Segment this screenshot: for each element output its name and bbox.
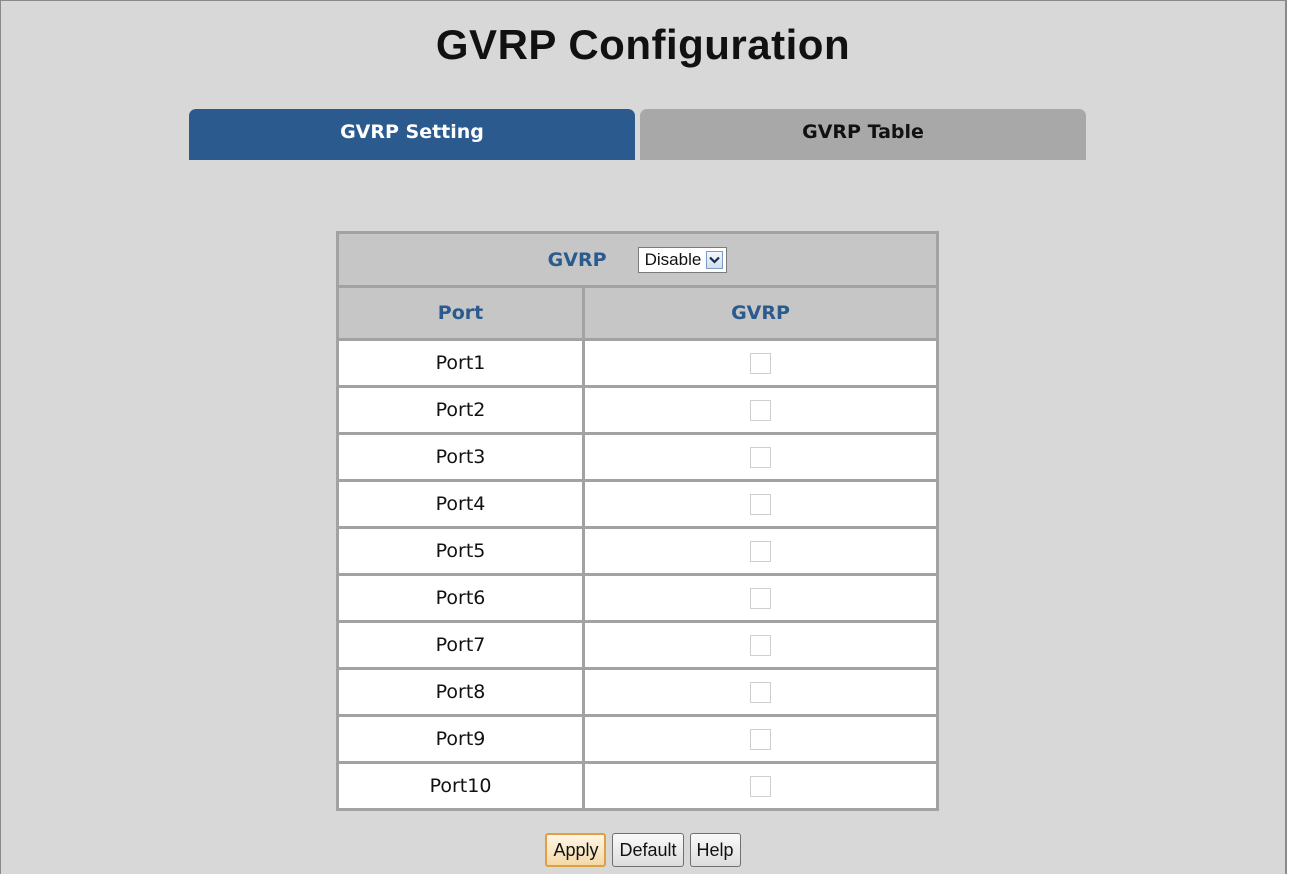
help-button[interactable]: Help	[689, 833, 741, 867]
table-row: Port3	[336, 432, 939, 482]
default-button[interactable]: Default	[612, 833, 684, 867]
port-name-cell: Port4	[336, 479, 585, 529]
port-name-cell: Port1	[336, 338, 585, 388]
main-frame: GVRP Configuration GVRP Setting GVRP Tab…	[0, 0, 1287, 874]
port-name-cell: Port5	[336, 526, 585, 576]
port-gvrp-cell	[582, 667, 939, 717]
table-row: Port8	[336, 667, 939, 717]
port-name-cell: Port2	[336, 385, 585, 435]
action-buttons: Apply Default Help	[1, 833, 1285, 867]
port-gvrp-cell	[582, 526, 939, 576]
gvrp-global-label: GVRP	[547, 248, 607, 271]
table-row: Port5	[336, 526, 939, 576]
table-row: Port10	[336, 761, 939, 811]
table-row: Port1	[336, 338, 939, 388]
gvrp-global-row: GVRP Disable	[336, 231, 939, 288]
port-gvrp-checkbox[interactable]	[750, 729, 771, 750]
port-gvrp-cell	[582, 761, 939, 811]
port-gvrp-checkbox[interactable]	[750, 353, 771, 374]
gvrp-mode-value: Disable	[644, 249, 702, 269]
port-gvrp-checkbox[interactable]	[750, 635, 771, 656]
port-name-cell: Port8	[336, 667, 585, 717]
port-gvrp-checkbox[interactable]	[750, 400, 771, 421]
port-gvrp-cell	[582, 714, 939, 764]
port-name-cell: Port7	[336, 620, 585, 670]
page-title: GVRP Configuration	[435, 21, 851, 68]
port-name-cell: Port6	[336, 573, 585, 623]
port-gvrp-checkbox[interactable]	[750, 447, 771, 468]
port-gvrp-checkbox[interactable]	[750, 541, 771, 562]
gvrp-config-table: GVRP Disable Port GVRP Port1 Port2 Port3 Po…	[336, 231, 939, 811]
port-name-cell: Port3	[336, 432, 585, 482]
port-gvrp-cell	[582, 385, 939, 435]
port-gvrp-cell	[582, 479, 939, 529]
table-row: Port9	[336, 714, 939, 764]
tab-gvrp-table[interactable]: GVRP Table	[640, 109, 1086, 160]
port-gvrp-cell	[582, 432, 939, 482]
port-gvrp-checkbox[interactable]	[750, 776, 771, 797]
chevron-down-icon[interactable]	[706, 250, 724, 269]
table-row: Port4	[336, 479, 939, 529]
table-row: Port2	[336, 385, 939, 435]
port-gvrp-cell	[582, 620, 939, 670]
port-gvrp-cell	[582, 338, 939, 388]
port-name-cell: Port9	[336, 714, 585, 764]
gvrp-mode-select[interactable]: Disable	[637, 246, 728, 273]
apply-button[interactable]: Apply	[545, 833, 607, 867]
port-gvrp-checkbox[interactable]	[750, 588, 771, 609]
column-header-port: Port	[336, 285, 585, 341]
port-gvrp-checkbox[interactable]	[750, 494, 771, 515]
port-name-cell: Port10	[336, 761, 585, 811]
table-row: Port7	[336, 620, 939, 670]
port-gvrp-cell	[582, 573, 939, 623]
gvrp-global-cell: GVRP Disable	[336, 231, 939, 288]
tab-gvrp-setting[interactable]: GVRP Setting	[189, 109, 635, 160]
table-header-row: Port GVRP	[336, 285, 939, 341]
table-row: Port6	[336, 573, 939, 623]
port-gvrp-checkbox[interactable]	[750, 682, 771, 703]
column-header-gvrp: GVRP	[582, 285, 939, 341]
